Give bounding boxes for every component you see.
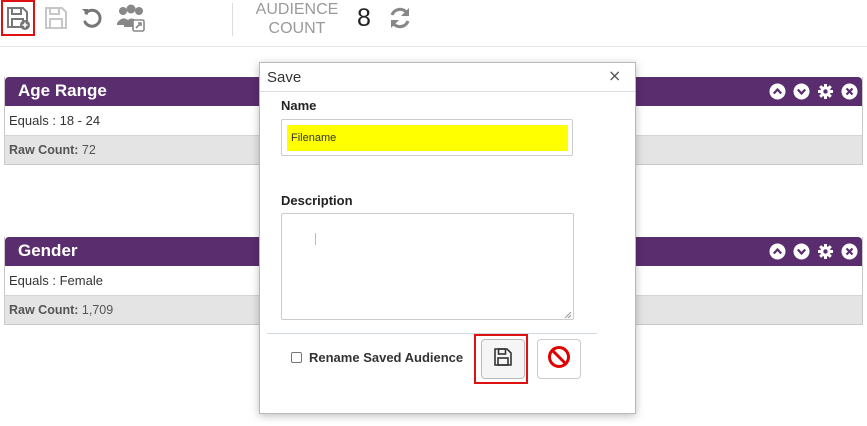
panel-actions xyxy=(769,243,858,260)
dialog-footer-divider xyxy=(267,333,597,334)
description-field[interactable] xyxy=(281,213,574,320)
raw-count-label: Raw Count: xyxy=(9,143,79,157)
cancel-icon xyxy=(547,345,571,373)
close-icon[interactable]: × xyxy=(608,66,621,85)
refresh-button[interactable] xyxy=(386,4,414,32)
save-button[interactable] xyxy=(41,2,71,34)
undo-icon xyxy=(79,5,105,31)
save-icon xyxy=(43,5,69,31)
panel-actions xyxy=(769,83,858,100)
chevron-up-icon[interactable] xyxy=(769,243,786,260)
audience-count-value: 8 xyxy=(357,4,371,32)
close-icon[interactable] xyxy=(841,243,858,260)
save-as-button[interactable] xyxy=(1,0,35,36)
raw-count-value: 72 xyxy=(81,143,96,157)
chevron-down-icon[interactable] xyxy=(793,243,810,260)
save-dialog: Save × Name Description Rename Saved Aud… xyxy=(259,62,636,414)
raw-count-value: 1,709 xyxy=(81,303,114,317)
name-field[interactable] xyxy=(287,125,568,151)
chevron-down-icon[interactable] xyxy=(793,83,810,100)
close-icon[interactable] xyxy=(841,83,858,100)
refresh-icon xyxy=(386,7,414,36)
dialog-header-divider xyxy=(260,91,635,92)
toolbar: AUDIENCE COUNT 8 xyxy=(0,0,867,46)
toolbar-separator xyxy=(0,46,867,47)
gear-icon[interactable] xyxy=(817,83,834,100)
name-label: Name xyxy=(281,98,317,113)
audience-count-label: AUDIENCE COUNT xyxy=(255,1,339,37)
resize-handle-icon[interactable] xyxy=(564,311,572,319)
description-label: Description xyxy=(281,193,353,208)
panel-title: Age Range xyxy=(18,81,107,100)
chevron-up-icon[interactable] xyxy=(769,83,786,100)
dialog-title: Save xyxy=(267,69,302,86)
save-icon xyxy=(493,347,513,371)
undo-button[interactable] xyxy=(77,2,107,34)
panel-title: Gender xyxy=(18,241,78,260)
rename-saved-audience-label: Rename Saved Audience xyxy=(309,350,464,365)
rename-saved-audience-checkbox[interactable] xyxy=(291,352,302,363)
cancel-button[interactable] xyxy=(537,339,581,379)
save-as-icon xyxy=(5,5,31,31)
name-field-frame xyxy=(281,119,573,156)
toolbar-divider xyxy=(232,3,233,36)
share-audience-button[interactable] xyxy=(114,2,148,34)
share-audience-icon xyxy=(115,3,147,33)
raw-count-label: Raw Count: xyxy=(9,303,79,317)
text-cursor xyxy=(315,233,316,245)
confirm-save-button[interactable] xyxy=(481,339,525,379)
gear-icon[interactable] xyxy=(817,243,834,260)
